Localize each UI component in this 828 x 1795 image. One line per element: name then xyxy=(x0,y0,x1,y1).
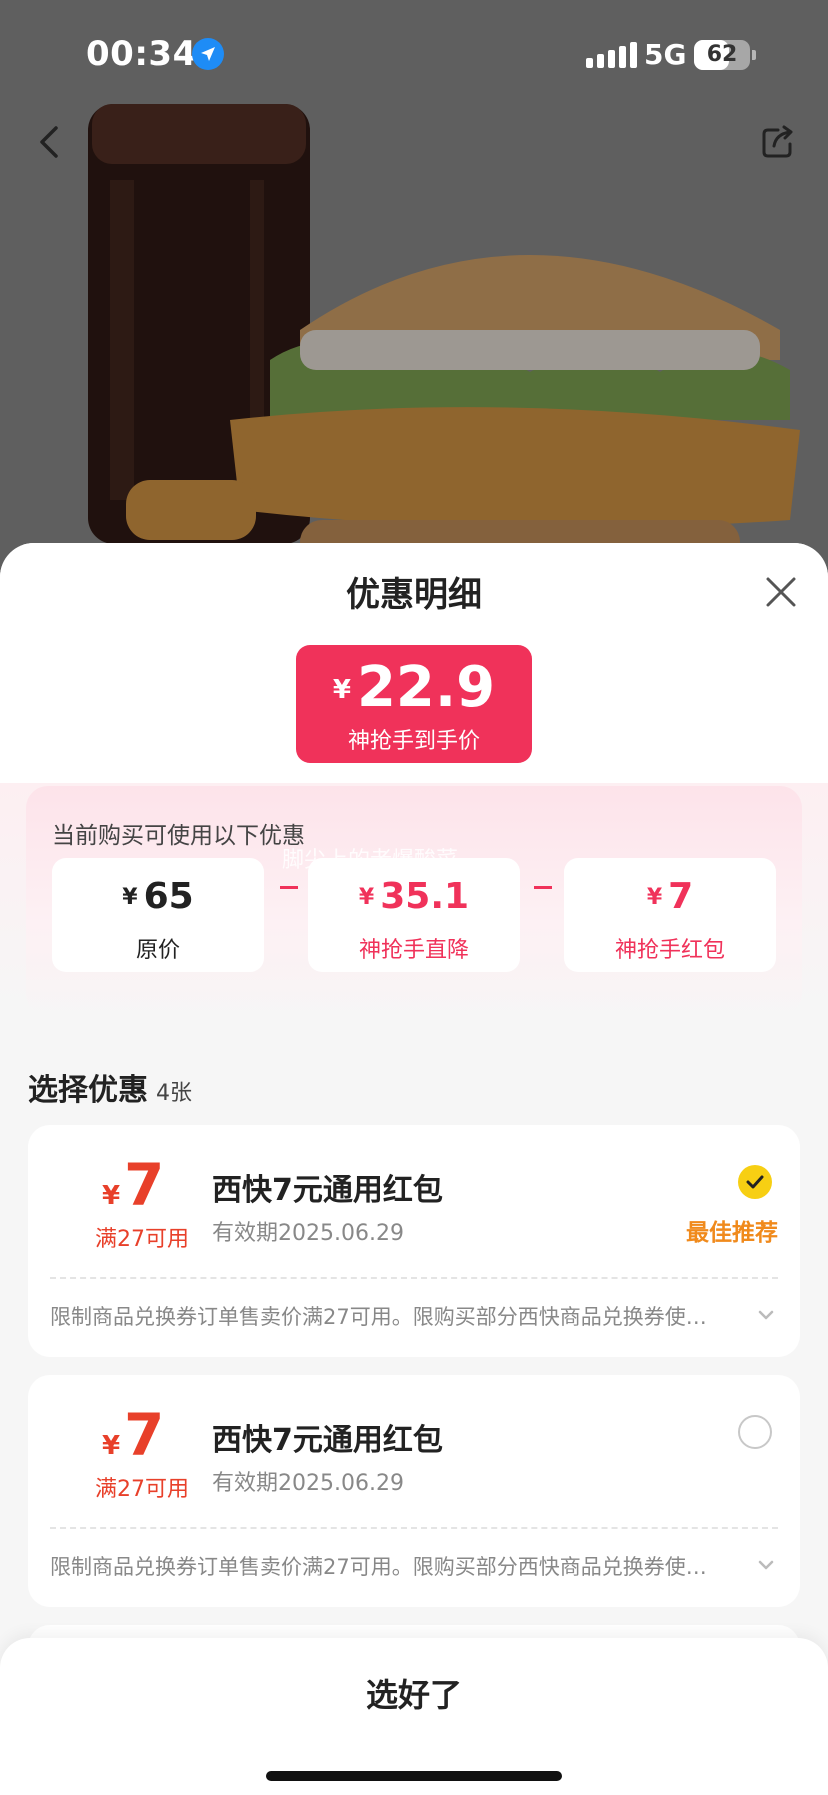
original-price-box: ¥65 原价 xyxy=(52,858,264,972)
currency-symbol: ¥ xyxy=(646,885,663,910)
share-button[interactable] xyxy=(758,122,798,162)
expand-description-button[interactable] xyxy=(756,1555,776,1575)
discount-detail-sheet: 优惠明细 ¥22.9 神抢手到手价 当前购买可使用以下优惠 脚尖上的老爆酸菜 ¥… xyxy=(0,543,828,1795)
currency-symbol: ¥ xyxy=(122,885,138,910)
confirm-selection-button[interactable]: 选好了 xyxy=(300,1660,528,1730)
coupon-section-header: 选择优惠 4张 xyxy=(28,1065,192,1109)
share-icon xyxy=(762,125,793,158)
bottom-action-bar: 选好了 xyxy=(0,1638,828,1795)
direct-discount-box: ¥35.1 神抢手直降 xyxy=(308,858,520,972)
minus-sign xyxy=(534,886,552,889)
back-button[interactable] xyxy=(30,120,70,164)
sheet-title: 优惠明细 xyxy=(346,575,482,615)
coupon-expiry: 有效期2025.06.29 xyxy=(212,1471,404,1496)
price-breakdown: 当前购买可使用以下优惠 脚尖上的老爆酸菜 ¥65 原价 ¥35.1 神抢手直降 … xyxy=(26,786,802,1016)
battery-icon: 62 xyxy=(694,40,750,70)
battery-percent: 62 xyxy=(706,42,738,67)
checkmark-icon xyxy=(746,1175,764,1189)
breakdown-label: 当前购买可使用以下优惠 xyxy=(52,823,305,849)
coupon-description: 限制商品兑换券订单售卖价满27可用。限购买部分西快商品兑换券使… xyxy=(50,1555,707,1579)
final-price-amount: ¥22.9 xyxy=(296,655,532,720)
coupon-unselected-checkbox[interactable] xyxy=(738,1415,772,1449)
close-icon xyxy=(766,577,796,607)
red-packet-value: 7 xyxy=(668,876,694,917)
network-type: 5G xyxy=(644,38,687,71)
coupon-currency: ¥ xyxy=(102,1181,121,1211)
coupon-name: 西快7元通用红包 xyxy=(212,1173,443,1208)
coupon-count: 4张 xyxy=(156,1081,192,1106)
red-packet-box: ¥7 神抢手红包 xyxy=(564,858,776,972)
coupon-condition: 满27可用 xyxy=(95,1477,189,1502)
chevron-down-icon xyxy=(758,1310,774,1320)
coupon-description: 限制商品兑换券订单售卖价满27可用。限购买部分西快商品兑换券使… xyxy=(50,1305,707,1329)
coupon-card[interactable]: ¥ 7 满27可用 西快7元通用红包 有效期2025.06.29 限制商品兑换券… xyxy=(28,1375,800,1607)
final-price-badge: ¥22.9 神抢手到手价 xyxy=(296,645,532,763)
coupon-condition: 满27可用 xyxy=(95,1227,189,1252)
location-arrow-icon xyxy=(192,38,224,70)
coupon-amount: 7 xyxy=(124,1151,165,1219)
coupon-section-title: 选择优惠 xyxy=(28,1073,148,1108)
coupon-amount: 7 xyxy=(124,1401,165,1469)
final-price-value: 22.9 xyxy=(356,655,496,720)
divider xyxy=(50,1527,778,1529)
direct-discount-value: 35.1 xyxy=(380,876,470,917)
expand-description-button[interactable] xyxy=(756,1305,776,1325)
red-packet-caption: 神抢手红包 xyxy=(614,938,725,963)
original-price-caption: 原价 xyxy=(135,938,180,963)
direct-discount-caption: 神抢手直降 xyxy=(358,938,469,963)
coupon-card[interactable]: ¥ 7 满27可用 西快7元通用红包 有效期2025.06.29 最佳推荐 限制… xyxy=(28,1125,800,1357)
minus-sign xyxy=(280,886,298,889)
final-price-caption: 神抢手到手价 xyxy=(347,729,480,754)
close-button[interactable] xyxy=(762,573,800,611)
coupon-name: 西快7元通用红包 xyxy=(212,1423,443,1458)
status-time: 00:34 xyxy=(86,34,197,74)
status-bar: 00:34 5G 62 xyxy=(0,0,828,110)
back-arrow-icon xyxy=(40,126,58,158)
coupon-selected-checkbox[interactable] xyxy=(738,1165,772,1199)
currency-symbol: ¥ xyxy=(358,885,375,910)
coupon-expiry: 有效期2025.06.29 xyxy=(212,1221,404,1246)
original-price-value: 65 xyxy=(143,876,194,917)
chevron-down-icon xyxy=(758,1560,774,1570)
divider xyxy=(50,1277,778,1279)
battery-tip xyxy=(752,50,756,60)
best-recommend-badge: 最佳推荐 xyxy=(686,1220,778,1246)
currency-symbol: ¥ xyxy=(332,675,351,705)
coupon-currency: ¥ xyxy=(102,1431,121,1461)
home-indicator xyxy=(266,1771,562,1781)
signal-icon xyxy=(586,42,637,68)
